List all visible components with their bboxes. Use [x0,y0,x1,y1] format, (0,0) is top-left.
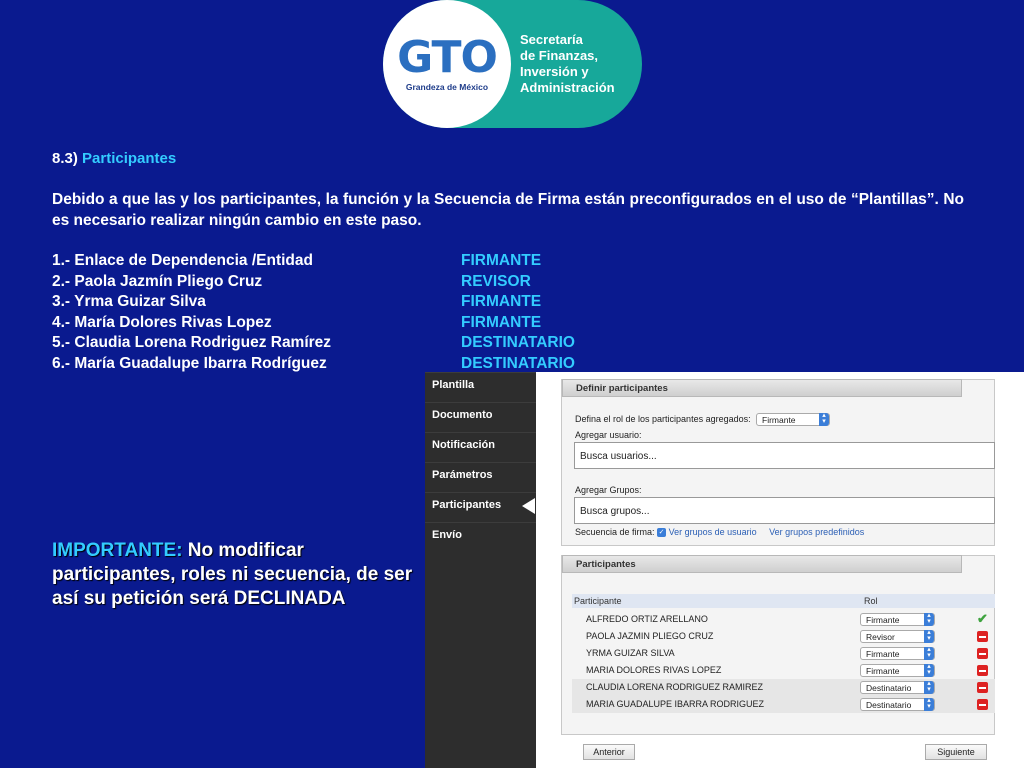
logo-org-name: Secretaría de Finanzas, Inversión y Admi… [520,32,615,96]
participant-role: FIRMANTE [461,252,542,269]
sidebar-item-parametros[interactable]: Parámetros [425,462,536,492]
row-role-value: Firmante [866,649,900,659]
important-label: IMPORTANTE: [52,540,183,561]
intro-paragraph: Debido a que las y los participantes, la… [52,191,964,229]
participant-name: 1.- Enlace de Dependencia /Entidad [52,252,313,269]
previous-button[interactable]: Anterior [583,744,635,760]
chevron-updown-icon: ▴ ▾ [924,629,934,643]
group-search-input[interactable]: Busca grupos... [574,497,995,524]
row-role-select[interactable]: Firmante ▴ ▾ [860,646,935,660]
participant-role: DESTINATARIO [461,334,575,352]
section-title-text: Participantes [82,150,177,167]
table-row: ALFREDO ORTIZ ARELLANO Firmante ▴ ▾ ✔ [572,611,995,628]
section-number: 8.3) [52,150,78,167]
panel-title: Definir participantes [562,379,962,397]
table-row: MARIA GUADALUPE IBARRA RODRIGUEZ Destina… [572,696,995,713]
add-user-label: Agregar usuario: [575,430,642,440]
row-role-select[interactable]: Destinatario ▴ ▾ [860,680,935,694]
logo-tagline: Grandeza de México [405,82,489,92]
next-button[interactable]: Siguiente [925,744,987,760]
sidebar-item-plantilla[interactable]: Plantilla [425,372,536,402]
gto-logo: GTO Grandeza de México Secretaría de Fin… [383,0,642,128]
panel-title: Participantes [562,555,962,573]
important-line1: No modificar [182,540,304,561]
row-name: CLAUDIA LORENA RODRIGUEZ RAMIREZ [586,682,764,692]
sequence-checkbox[interactable]: ✓ [657,528,667,538]
participant-name: 3.- Yrma Guizar Silva [52,293,206,311]
row-role-select[interactable]: Firmante ▴ ▾ [860,663,935,677]
participant-role: FIRMANTE [461,293,542,311]
logo-mark: GTO [397,32,498,83]
row-role-select[interactable]: Destinatario ▴ ▾ [860,697,935,711]
important-line2: participantes, roles ni secuencia, de se… [52,564,413,585]
table-row: YRMA GUIZAR SILVA Firmante ▴ ▾ [572,645,995,662]
user-search-input[interactable]: Busca usuarios... [574,442,995,469]
row-role-select[interactable]: Firmante ▴ ▾ [860,612,935,626]
participant-name: 6.- María Guadalupe Ibarra Rodríguez [52,354,327,372]
org-line: Administración [520,80,615,95]
role-select-value: Firmante [762,415,796,425]
remove-icon[interactable] [977,699,988,710]
row-role-value: Destinatario [866,700,912,710]
app-screenshot: Plantilla Documento Notificación Parámet… [425,372,1024,768]
row-role-value: Destinatario [866,683,912,693]
chevron-updown-icon: ▴ ▾ [924,680,934,694]
row-role-value: Firmante [866,615,900,625]
role-select[interactable]: Firmante ▴ ▾ [756,412,830,426]
participant-name: 2.- Paola Jazmín Pliego Cruz [52,272,263,290]
sidebar-item-participantes[interactable]: Participantes [425,492,536,522]
sequence-row: Secuencia de firma: ✓ Ver grupos de usua… [575,527,864,538]
predefined-groups-link[interactable]: Ver grupos predefinidos [769,527,864,537]
org-line: de Finanzas, [520,48,599,63]
table-row: PAOLA JAZMIN PLIEGO CRUZ Revisor ▴ ▾ [572,628,995,645]
col-participant: Participante [574,596,622,606]
sequence-label: Secuencia de firma: [575,527,655,537]
participant-role: REVISOR [461,272,531,290]
participant-name: 4.- María Dolores Rivas Lopez [52,313,272,331]
section-title: 8.3) Participantes [52,150,176,167]
chevron-updown-icon: ▴ ▾ [924,697,934,711]
org-line: Secretaría [520,32,583,47]
remove-icon[interactable] [977,648,988,659]
row-role-value: Revisor [866,632,895,642]
user-groups-link[interactable]: Ver grupos de usuario [669,527,757,537]
row-name: ALFREDO ORTIZ ARELLANO [586,614,708,624]
row-role-select[interactable]: Revisor ▴ ▾ [860,629,935,643]
row-name: MARIA GUADALUPE IBARRA RODRIGUEZ [586,699,765,709]
remove-icon[interactable] [977,682,988,693]
chevron-updown-icon: ▴ ▾ [924,663,934,677]
remove-icon[interactable] [977,665,988,676]
table-row: MARIA DOLORES RIVAS LOPEZ Firmante ▴ ▾ [572,662,995,679]
sidebar-item-notificacion[interactable]: Notificación [425,432,536,462]
sidebar-item-envio[interactable]: Envío [425,522,536,552]
define-participants-panel: Definir participantes Defina el rol de l… [561,379,995,546]
row-role-value: Firmante [866,666,900,676]
active-step-arrow [522,498,535,514]
col-role: Rol [864,596,878,606]
wizard-content: Definir participantes Defina el rol de l… [536,372,1024,768]
chevron-updown-icon: ▴ ▾ [924,646,934,660]
participant-role: FIRMANTE [461,313,542,331]
important-line3: así su petición será DECLINADA [52,588,346,609]
check-icon[interactable]: ✔ [977,611,988,627]
add-groups-label: Agregar Grupos: [575,485,642,495]
participant-name: 5.- Claudia Lorena Rodriguez Ramírez [52,334,332,352]
row-name: YRMA GUIZAR SILVA [586,648,675,658]
wizard-sidebar: Plantilla Documento Notificación Parámet… [425,372,536,768]
table-row: CLAUDIA LORENA RODRIGUEZ RAMIREZ Destina… [572,679,995,696]
table-header: Participante Rol [572,594,995,608]
important-notice: IMPORTANTE: No modificar participantes, … [52,539,412,611]
remove-icon[interactable] [977,631,988,642]
chevron-updown-icon: ▴ ▾ [924,612,934,626]
role-label: Defina el rol de los participantes agreg… [575,414,751,424]
row-name: PAOLA JAZMIN PLIEGO CRUZ [586,631,714,641]
sidebar-item-documento[interactable]: Documento [425,402,536,432]
chevron-updown-icon: ▴ ▾ [819,412,829,426]
org-line: Inversión y [520,64,589,79]
row-name: MARIA DOLORES RIVAS LOPEZ [586,665,722,675]
participants-panel: Participantes Participante Rol ALFREDO O… [561,555,995,735]
